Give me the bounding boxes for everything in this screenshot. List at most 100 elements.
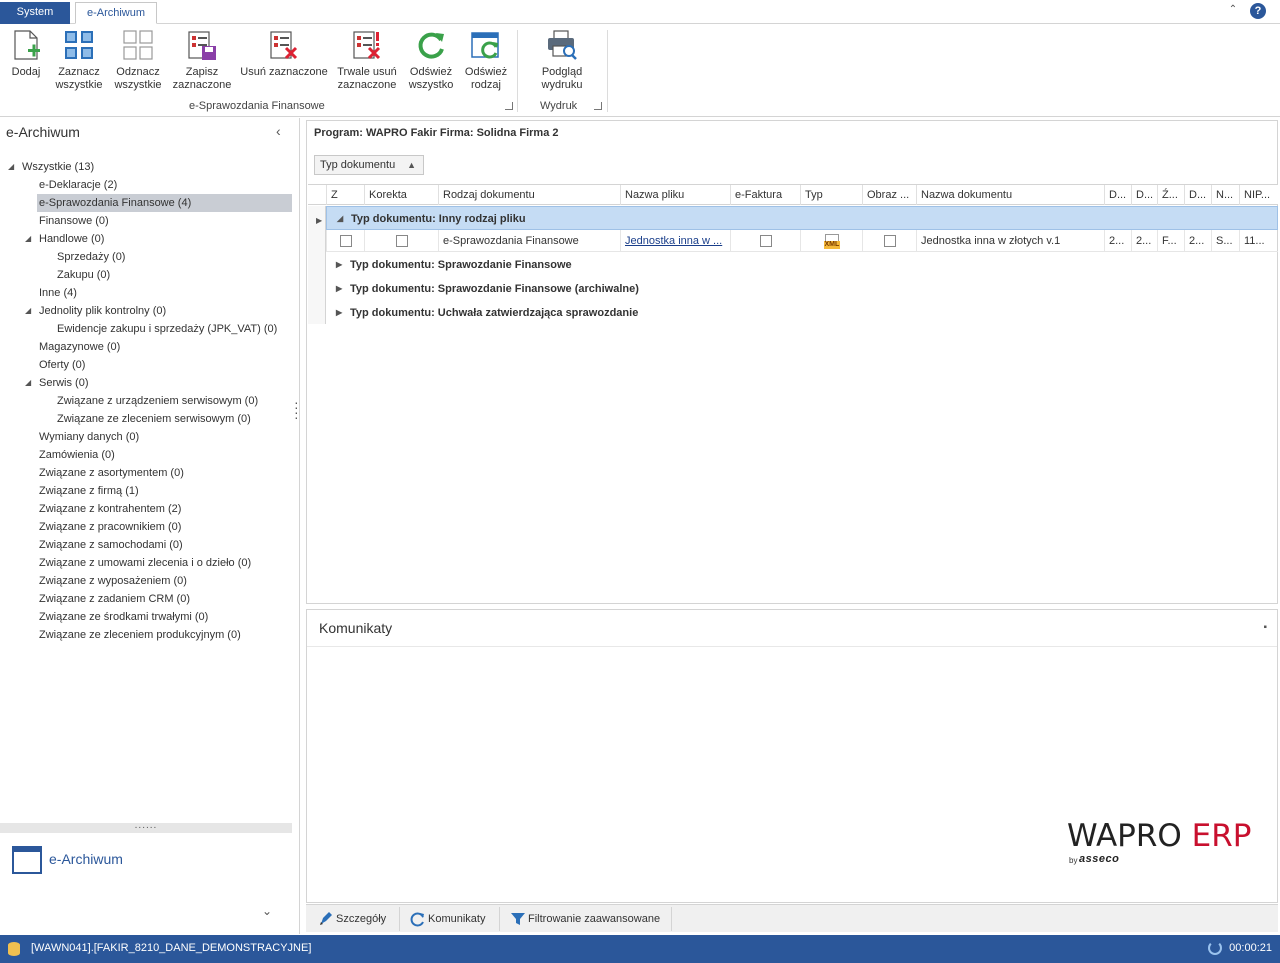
tree-node[interactable]: e-Deklaracje (2) [37,176,117,194]
group-launcher-print-icon[interactable] [594,102,602,110]
tree-node[interactable]: Związane ze zleceniem serwisowym (0) [55,410,251,428]
group-row[interactable]: ▶ Typ dokumentu: Uchwała zatwierdzająca s… [326,301,1278,325]
column-header[interactable]: Typ [800,185,862,205]
vertical-splitter[interactable]: · · · · [294,395,300,424]
tree-node[interactable]: Ewidencje zakupu i sprzedaży (JPK_VAT) (… [55,320,277,338]
tree-node[interactable]: Jednolity plik kontrolny (0) [37,302,166,320]
column-header[interactable]: Nazwa pliku [620,185,730,205]
delete-selected-button[interactable]: Usuń zaznaczone [240,28,328,79]
e-invoice-checkbox[interactable] [730,230,800,252]
group-row[interactable]: ◢ Typ dokumentu: Inny rodzaj pliku [326,206,1278,230]
ribbon-separator [517,30,518,112]
group-row[interactable]: ▶ Typ dokumentu: Sprawozdanie Finansowe (… [326,277,1278,301]
column-header[interactable]: NIP... [1239,185,1276,205]
tree-node[interactable]: Związane z firmą (1) [37,482,139,500]
tree-node[interactable]: Związane ze zleceniem produkcyjnym (0) [37,626,241,644]
deselect-all-button[interactable]: Odznacz wszystkie [112,28,164,92]
cell-document-kind: e-Sprawozdania Finansowe [438,230,620,252]
refresh-type-button[interactable]: Odśwież rodzaj [462,28,510,92]
logo-by-text: by [1069,856,1078,865]
tree-node[interactable]: Handlowe (0) [37,230,104,248]
tree-node[interactable]: Serwis (0) [37,374,89,392]
filter-icon [510,911,526,927]
select-all-label-1: Zaznacz [58,66,100,78]
tree-node[interactable]: Związane z kontrahentem (2) [37,500,181,518]
group-by-chip[interactable]: Typ dokumentu ▲ [314,155,424,175]
tree-node[interactable]: Związane ze środkami trwałymi (0) [37,608,208,626]
correction-checkbox[interactable] [364,230,438,252]
expand-group-icon[interactable]: ▶ [336,277,342,301]
tab-e-archiwum[interactable]: e-Archiwum [75,2,157,24]
tree-node[interactable]: Związane z asortymentem (0) [37,464,184,482]
tab-advanced-filter[interactable]: Filtrowanie zaawansowane [508,907,672,931]
save-selected-button[interactable]: Zapisz zaznaczone [172,28,232,92]
column-header[interactable]: Nazwa dokumentu [916,185,1104,205]
collapse-group-icon[interactable]: ◢ [337,207,343,231]
column-header[interactable]: Ź... [1157,185,1184,205]
tree-expander-icon[interactable]: ◢ [25,230,31,248]
panel-splitter[interactable]: ...... [0,821,292,833]
tree-node[interactable]: Wszystkie (13) [20,158,94,176]
select-all-button[interactable]: Zaznacz wszystkie [54,28,104,92]
column-header[interactable]: Rodzaj dokumentu [438,185,620,205]
document-grid-panel: Program: WAPRO Fakir Firma: Solidna Firm… [306,120,1278,604]
tree-node[interactable]: Związane z samochodami (0) [37,536,183,554]
tree-node[interactable]: Związane z wyposażeniem (0) [37,572,187,590]
permanent-delete-label-2: zaznaczone [337,79,397,91]
column-header[interactable]: D... [1104,185,1131,205]
add-button[interactable]: Dodaj [6,28,46,79]
tree-node[interactable]: Finansowe (0) [37,212,109,230]
file-name-link[interactable]: Jednostka inna w ... [620,230,730,252]
tree-node[interactable]: Inne (4) [37,284,77,302]
column-header[interactable]: D... [1131,185,1157,205]
tree-node[interactable]: Wymiany danych (0) [37,428,139,446]
refresh-all-button[interactable]: Odśwież wszystko [406,28,456,92]
tree-node[interactable]: Sprzedaży (0) [55,248,125,266]
help-icon[interactable]: ? [1250,3,1266,19]
tree-node-label: Związane z urządzeniem serwisowym (0) [57,395,259,407]
expand-group-icon[interactable]: ▶ [336,301,342,325]
tree-expander-icon[interactable]: ◢ [25,374,31,392]
column-header[interactable]: Obraz ... [862,185,916,205]
column-header[interactable]: Korekta [364,185,438,205]
tree-node[interactable]: e-Sprawozdania Finansowe (4) [37,194,292,212]
table-row[interactable]: e-Sprawozdania Finansowe Jednostka inna w… [326,230,1278,252]
tree-node[interactable]: Magazynowe (0) [37,338,120,356]
tree-expander-icon[interactable]: ◢ [25,302,31,320]
tree-node-label: Handlowe (0) [39,233,105,245]
group-launcher-icon[interactable] [505,102,513,110]
nav-item-e-archiwum[interactable]: e-Archiwum [49,851,123,867]
expand-group-icon[interactable]: ▶ [336,253,342,277]
row-select-checkbox[interactable] [326,230,364,252]
tab-messages[interactable]: Komunikaty [408,907,500,931]
collapse-panel-icon[interactable]: ‹ [276,123,281,139]
refresh-icon [410,911,426,927]
ribbon: Dodaj Zaznacz wszystkie Odznacz wszystki… [0,24,1280,117]
tree-node[interactable]: Oferty (0) [37,356,85,374]
tree-node[interactable]: Związane z umowami zlecenia i o dzieło (… [37,554,251,572]
pin-icon[interactable]: ▪ [1263,622,1267,633]
program-info: Program: WAPRO Fakir Firma: Solidna Firm… [314,127,559,139]
column-header[interactable]: e-Faktura [730,185,800,205]
column-header[interactable]: N... [1211,185,1239,205]
tree-node[interactable]: Związane z zadaniem CRM (0) [37,590,190,608]
tree-node[interactable]: Zakupu (0) [55,266,110,284]
tab-details[interactable]: Szczegóły [316,907,400,931]
image-checkbox[interactable] [862,230,916,252]
collapse-ribbon-icon[interactable]: ⌃ [1226,4,1240,18]
column-header[interactable]: D... [1184,185,1211,205]
xml-badge: XML [823,241,841,249]
tree-expander-icon[interactable]: ◢ [8,158,14,176]
tree-node[interactable]: Zamówienia (0) [37,446,115,464]
database-icon [8,942,20,956]
column-header[interactable]: Z [326,185,364,205]
tree-node[interactable]: Związane z pracownikiem (0) [37,518,181,536]
chevron-down-icon[interactable]: ⌄ [262,904,272,918]
print-preview-button[interactable]: Podgląd wydruku [534,28,590,92]
xml-file-icon: XML [800,230,862,252]
group-row[interactable]: ▶ Typ dokumentu: Sprawozdanie Finansowe [326,253,1278,277]
save-selected-icon [185,28,219,62]
tab-system[interactable]: System [0,2,70,24]
permanent-delete-button[interactable]: Trwale usuń zaznaczone [336,28,398,92]
tree-node[interactable]: Związane z urządzeniem serwisowym (0) [55,392,258,410]
